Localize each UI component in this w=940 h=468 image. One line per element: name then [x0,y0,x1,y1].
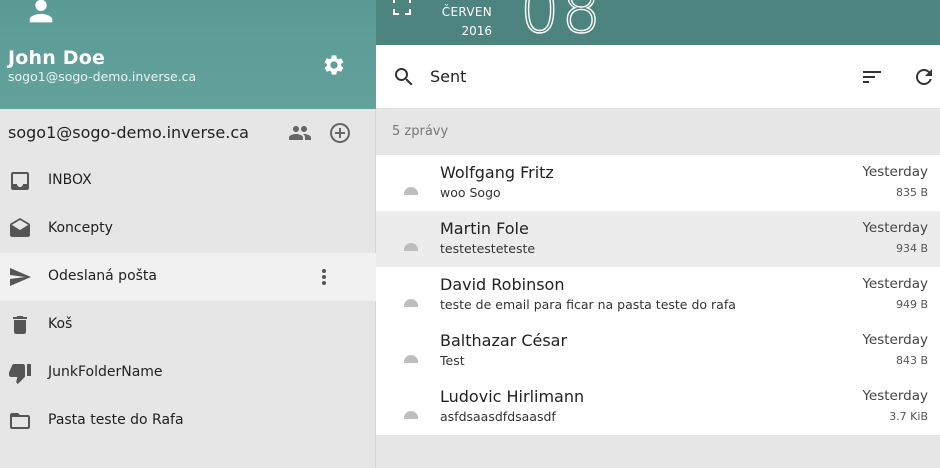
avatar-icon[interactable] [24,0,58,28]
message-date: Yesterday [862,276,928,292]
date-bar: ČERVEN 2016 08 [376,0,940,48]
message-row[interactable]: Wolfgang Fritz woo Sogo Yesterday 835 B [376,155,940,211]
folder-item-pasta-teste[interactable]: Pasta teste do Rafa [0,397,376,445]
trash-icon [8,313,32,337]
avatar-placeholder-icon [404,187,418,195]
add-circle-icon[interactable] [328,121,352,145]
calendar-month: ČERVEN [441,5,492,19]
message-sender: Wolfgang Fritz [440,163,554,182]
message-date: Yesterday [862,164,928,180]
message-subject: teste de email para ficar na pasta teste… [440,297,736,312]
sidebar: John Doe sogo1@sogo-demo.inverse.ca sogo… [0,0,376,468]
inbox-icon [8,169,32,193]
message-row[interactable]: Balthazar César Test Yesterday 843 B [376,323,940,379]
account-name: sogo1@sogo-demo.inverse.ca [8,123,249,142]
message-subject: asfdsaasdfdsaasdf [440,409,556,424]
calendar-year: 2016 [461,24,492,38]
avatar-placeholder-icon [404,243,418,251]
message-subject: woo Sogo [440,185,501,200]
fullscreen-icon[interactable] [392,0,412,16]
user-header: John Doe sogo1@sogo-demo.inverse.ca [0,0,376,109]
folder-item-sent[interactable]: Odeslaná pošta [0,253,376,301]
message-sender: David Robinson [440,275,565,294]
calendar-day: 08 [519,0,603,48]
message-size: 3.7 KiB [889,410,928,423]
folder-item-drafts[interactable]: Koncepty [0,205,376,253]
message-row[interactable]: Martin Fole testetesteteste Yesterday 93… [376,211,940,267]
folder-label: INBOX [48,172,92,188]
message-size: 843 B [895,354,928,367]
avatar-placeholder-icon [404,299,418,307]
folder-item-trash[interactable]: Koš [0,301,376,349]
message-size: 949 B [895,298,928,311]
people-icon[interactable] [288,121,312,145]
folder-label: JunkFolderName [48,364,163,380]
folder-label: Pasta teste do Rafa [48,412,184,428]
settings-gear-icon[interactable] [322,53,346,77]
folder-icon [8,409,32,433]
user-email: sogo1@sogo-demo.inverse.ca [8,69,197,84]
message-count: 5 zprávy [392,124,449,139]
folder-label: Koncepty [48,220,113,236]
message-sender: Ludovic Hirlimann [440,387,585,406]
mailbox-title: Sent [430,67,467,86]
message-subject: Test [440,353,465,368]
account-row[interactable]: sogo1@sogo-demo.inverse.ca [0,109,376,157]
refresh-icon[interactable] [912,65,936,89]
send-icon [8,265,32,289]
message-sender: Martin Fole [440,219,529,238]
folder-item-junk[interactable]: JunkFolderName [0,349,376,397]
more-vert-icon[interactable] [312,265,336,289]
avatar-placeholder-icon [404,355,418,363]
folder-item-inbox[interactable]: INBOX [0,157,376,205]
avatar-placeholder-icon [404,411,418,419]
user-name: John Doe [8,47,106,69]
message-sender: Balthazar César [440,331,568,350]
message-size: 835 B [895,186,928,199]
message-row[interactable]: Ludovic Hirlimann asfdsaasdfdsaasdf Yest… [376,379,940,435]
folder-label: Koš [48,316,73,332]
folder-label: Odeslaná pošta [48,268,157,284]
message-subject: testetesteteste [440,241,536,256]
message-row[interactable]: David Robinson teste de email para ficar… [376,267,940,323]
search-icon[interactable] [392,65,416,89]
mailbox-toolbar: Sent [376,45,940,109]
message-list: 5 zprávy Wolfgang Fritz woo Sogo Yesterd… [376,109,940,468]
thumb-down-icon [8,361,32,385]
message-size: 934 B [895,242,928,255]
message-date: Yesterday [862,332,928,348]
drafts-icon [8,217,32,241]
sort-icon[interactable] [860,65,884,89]
message-date: Yesterday [862,388,928,404]
message-date: Yesterday [862,220,928,236]
